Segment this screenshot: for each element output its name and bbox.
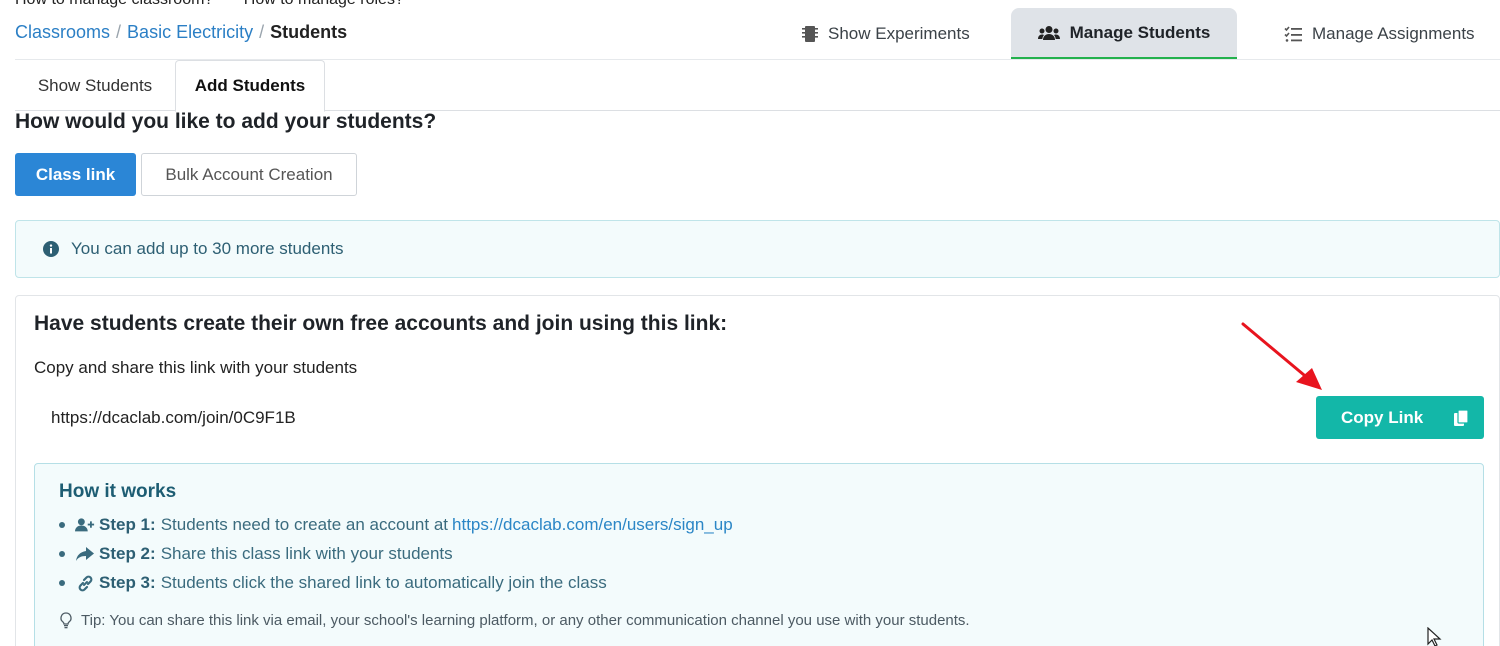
breadcrumb-basic-electricity[interactable]: Basic Electricity: [127, 22, 253, 43]
bullet: [59, 551, 65, 557]
info-text: You can add up to 30 more students: [71, 239, 344, 258]
step-text: Students click the shared link to automa…: [160, 573, 607, 592]
card-subtitle: Copy and share this link with your stude…: [34, 358, 358, 377]
how-it-works-box: How it works Step 1: Students need to cr…: [34, 463, 1484, 646]
bulk-account-creation-button[interactable]: Bulk Account Creation: [141, 153, 357, 196]
bullet: [59, 580, 65, 586]
tip-text: Tip: You can share this link via email, …: [81, 612, 970, 629]
link-icon: [75, 575, 95, 592]
breadcrumb-separator: /: [259, 22, 265, 42]
list-item: Step 2: Share this class link with your …: [59, 544, 453, 564]
student-tabs: Show Students Add Students: [15, 60, 1500, 112]
class-link-button[interactable]: Class link: [15, 153, 136, 196]
tab-add-students[interactable]: Add Students: [175, 60, 325, 112]
breadcrumb-separator: /: [116, 22, 122, 42]
chip-icon: [802, 26, 818, 42]
checklist-icon: [1284, 26, 1302, 42]
manage-assignments-label: Manage Assignments: [1312, 24, 1475, 43]
help-link-classroom[interactable]: How to manage classroom?: [15, 0, 213, 8]
show-experiments-button[interactable]: Show Experiments: [786, 8, 986, 60]
show-experiments-label: Show Experiments: [828, 24, 970, 43]
lightbulb-icon: [60, 612, 72, 629]
join-link-text[interactable]: https://dcaclab.com/join/0C9F1B: [51, 408, 296, 428]
sign-up-link[interactable]: https://dcaclab.com/en/users/sign_up: [452, 515, 733, 535]
copy-link-label: Copy Link: [1341, 407, 1424, 427]
how-it-works-title: How it works: [59, 481, 177, 502]
tab-show-students[interactable]: Show Students: [15, 60, 175, 111]
breadcrumb-classrooms[interactable]: Classrooms: [15, 22, 110, 43]
share-icon: [75, 546, 95, 562]
page-question: How would you like to add your students?: [15, 110, 437, 133]
step-text: Share this class link with your students: [160, 544, 453, 563]
annotation-arrow-icon: [1241, 322, 1322, 390]
breadcrumb-current: Students: [270, 22, 348, 42]
help-links: How to manage classroom? How to manage r…: [15, 0, 430, 9]
card-title: Have students create their own free acco…: [34, 312, 728, 335]
users-icon: [1037, 25, 1060, 40]
bullet: [59, 522, 65, 528]
step-label: Step 3:: [99, 573, 156, 592]
info-icon: [43, 241, 59, 257]
manage-students-label: Manage Students: [1069, 22, 1211, 42]
user-plus-icon: [75, 517, 95, 533]
mouse-cursor-icon: [1427, 627, 1442, 646]
manage-students-button[interactable]: Manage Students: [1011, 8, 1237, 60]
copy-link-button[interactable]: Copy Link: [1316, 396, 1484, 439]
list-item: Step 3: Students click the shared link t…: [59, 573, 607, 593]
copy-icon: [1441, 408, 1469, 427]
manage-assignments-button[interactable]: Manage Assignments: [1268, 8, 1491, 60]
step-label: Step 2:: [99, 544, 156, 563]
step-label: Step 1:: [99, 515, 156, 534]
help-link-roles[interactable]: How to manage roles?: [244, 0, 404, 8]
list-item: Step 1: Students need to create an accou…: [59, 515, 733, 535]
breadcrumb: Classrooms / Basic Electricity / Student…: [15, 22, 347, 43]
info-alert: You can add up to 30 more students: [15, 220, 1500, 278]
step-text: Students need to create an account at: [160, 515, 449, 534]
tip: Tip: You can share this link via email, …: [59, 612, 970, 629]
